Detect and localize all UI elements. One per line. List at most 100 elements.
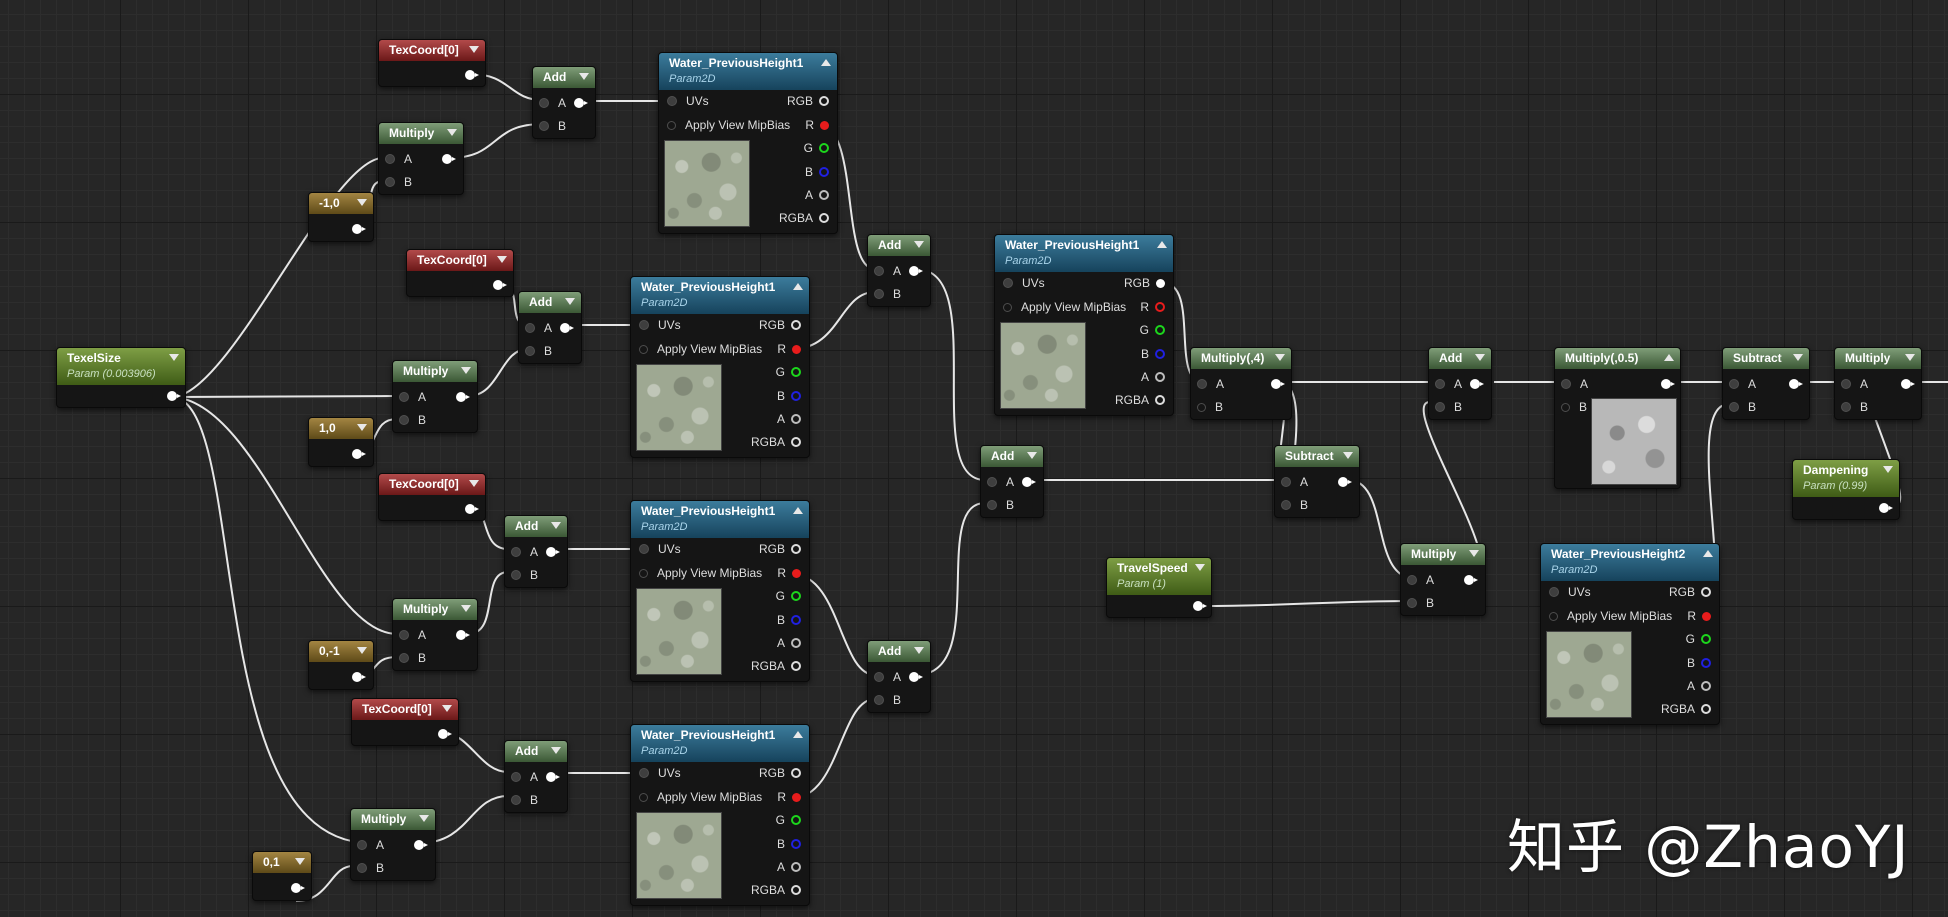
texcoord-node[interactable]: TexCoord[0] [378, 473, 486, 521]
output-pin-rgb[interactable]: RGB [759, 542, 801, 556]
output-pin[interactable] [493, 280, 507, 290]
node-header[interactable]: Multiply [393, 599, 477, 620]
dampening-node[interactable]: Dampening Param (0.99) [1792, 459, 1900, 520]
material-graph-canvas[interactable]: TexelSize Param (0.003906) TexCoord[0] Te… [0, 0, 1948, 917]
node-header[interactable]: 0,1 [253, 852, 311, 873]
output-pin-r[interactable]: R [1687, 609, 1711, 623]
node-header[interactable]: Multiply [1401, 544, 1485, 565]
node-header[interactable]: 0,-1 [309, 641, 373, 662]
output-pin[interactable] [438, 729, 452, 739]
output-pin[interactable] [560, 323, 574, 333]
chevron-down-icon[interactable] [1275, 354, 1285, 361]
node-header[interactable]: 1,0 [309, 418, 373, 439]
output-pin[interactable] [1661, 379, 1675, 389]
output-pin[interactable] [1901, 379, 1915, 389]
chevron-down-icon[interactable] [1343, 452, 1353, 459]
output-pin-g[interactable]: G [1140, 323, 1165, 337]
output-pin-g[interactable]: G [776, 365, 801, 379]
output-pin[interactable] [291, 883, 305, 893]
input-pin-a[interactable]: A [1435, 377, 1462, 391]
input-pin-a[interactable]: A [357, 838, 384, 852]
output-pin[interactable] [465, 70, 479, 80]
output-pin-r[interactable]: R [805, 118, 829, 132]
output-pin[interactable] [546, 547, 560, 557]
input-pin-uvs[interactable]: UVs [639, 766, 681, 780]
output-pin-b[interactable]: B [1687, 656, 1711, 670]
input-pin-b[interactable]: B [385, 175, 412, 189]
output-pin-rgb[interactable]: RGB [1124, 276, 1165, 290]
output-pin-a[interactable]: A [777, 860, 801, 874]
constant-node[interactable]: -1,0 [308, 192, 374, 242]
input-pin-b[interactable]: B [1561, 400, 1587, 414]
input-pin-uvs[interactable]: UVs [639, 542, 681, 556]
output-pin[interactable] [546, 772, 560, 782]
chevron-down-icon[interactable] [1793, 354, 1803, 361]
collapse-icon[interactable] [1703, 550, 1713, 557]
chevron-down-icon[interactable] [295, 858, 305, 865]
chevron-down-icon[interactable] [1027, 452, 1037, 459]
constant-node[interactable]: 1,0 [308, 417, 374, 467]
chevron-down-icon[interactable] [469, 480, 479, 487]
subtract-node[interactable]: Subtract A B [1274, 445, 1360, 518]
texcoord-node[interactable]: TexCoord[0] [406, 249, 514, 297]
output-pin-r[interactable]: R [1140, 300, 1165, 314]
input-pin-b[interactable]: B [874, 693, 901, 707]
input-pin-b[interactable]: B [1407, 596, 1434, 610]
output-pin-rgba[interactable]: RGBA [1115, 393, 1165, 407]
node-header[interactable]: Water_PreviousHeight1 Param2D [631, 277, 809, 314]
output-pin[interactable] [167, 391, 181, 401]
texcoord-node[interactable]: TexCoord[0] [351, 698, 459, 746]
output-pin-b[interactable]: B [1141, 347, 1165, 361]
chevron-down-icon[interactable] [579, 73, 589, 80]
input-pin-a[interactable]: A [399, 628, 426, 642]
output-pin-rgba[interactable]: RGBA [779, 211, 829, 225]
chevron-down-icon[interactable] [447, 129, 457, 136]
add-node[interactable]: Add A B [504, 515, 568, 588]
collapse-icon[interactable] [821, 59, 831, 66]
output-pin[interactable] [1271, 379, 1285, 389]
node-header[interactable]: TexCoord[0] [407, 250, 513, 271]
output-pin[interactable] [442, 154, 456, 164]
collapse-icon[interactable] [1157, 241, 1167, 248]
multiply-node[interactable]: Multiply A B [1400, 543, 1486, 616]
output-pin[interactable] [456, 630, 470, 640]
texture-sample-node[interactable]: Water_PreviousHeight1 Param2D UVs Apply V… [630, 724, 810, 906]
input-pin-a[interactable]: A [399, 390, 426, 404]
output-pin-a[interactable]: A [1687, 679, 1711, 693]
input-pin-a[interactable]: A [525, 321, 552, 335]
input-pin-b[interactable]: B [399, 651, 426, 665]
node-header[interactable]: -1,0 [309, 193, 373, 214]
multiply-node[interactable]: Multiply A B [1834, 347, 1922, 420]
constant-node[interactable]: 0,-1 [308, 640, 374, 690]
input-pin-a[interactable]: A [1841, 377, 1868, 391]
input-pin-uvs[interactable]: UVs [1549, 585, 1591, 599]
input-pin-a[interactable]: A [511, 545, 538, 559]
input-pin-a[interactable]: A [987, 475, 1014, 489]
output-pin-rgba[interactable]: RGBA [751, 659, 801, 673]
input-pin-a[interactable]: A [1561, 377, 1588, 391]
output-pin-b[interactable]: B [777, 837, 801, 851]
output-pin-b[interactable]: B [805, 165, 829, 179]
add-node[interactable]: Add A B [980, 445, 1044, 518]
chevron-down-icon[interactable] [551, 747, 561, 754]
input-pin-uvs[interactable]: UVs [667, 94, 709, 108]
output-pin-a[interactable]: A [1141, 370, 1165, 384]
input-pin-mip-bias[interactable]: Apply View MipBias [1003, 300, 1126, 314]
constant-node[interactable]: 0,1 [252, 851, 312, 901]
multiply-node[interactable]: Multiply(,0.5) A B [1554, 347, 1681, 489]
output-pin[interactable] [352, 672, 366, 682]
add-node[interactable]: Add A B [504, 740, 568, 813]
output-pin-a[interactable]: A [805, 188, 829, 202]
input-pin-b[interactable]: B [511, 568, 538, 582]
node-header[interactable]: Multiply(,4) [1191, 348, 1291, 369]
add-node[interactable]: Add A B [1428, 347, 1492, 420]
output-pin[interactable] [1464, 575, 1478, 585]
node-header[interactable]: TexCoord[0] [352, 699, 458, 720]
input-pin-b[interactable]: B [1197, 400, 1223, 414]
chevron-down-icon[interactable] [565, 298, 575, 305]
input-pin-b[interactable]: B [1729, 400, 1756, 414]
multiply-node[interactable]: Multiply(,4) A B [1190, 347, 1292, 420]
collapse-icon[interactable] [793, 283, 803, 290]
collapse-icon[interactable] [1664, 354, 1674, 361]
texture-sample-node[interactable]: Water_PreviousHeight1 Param2D UVs Apply V… [630, 276, 810, 458]
